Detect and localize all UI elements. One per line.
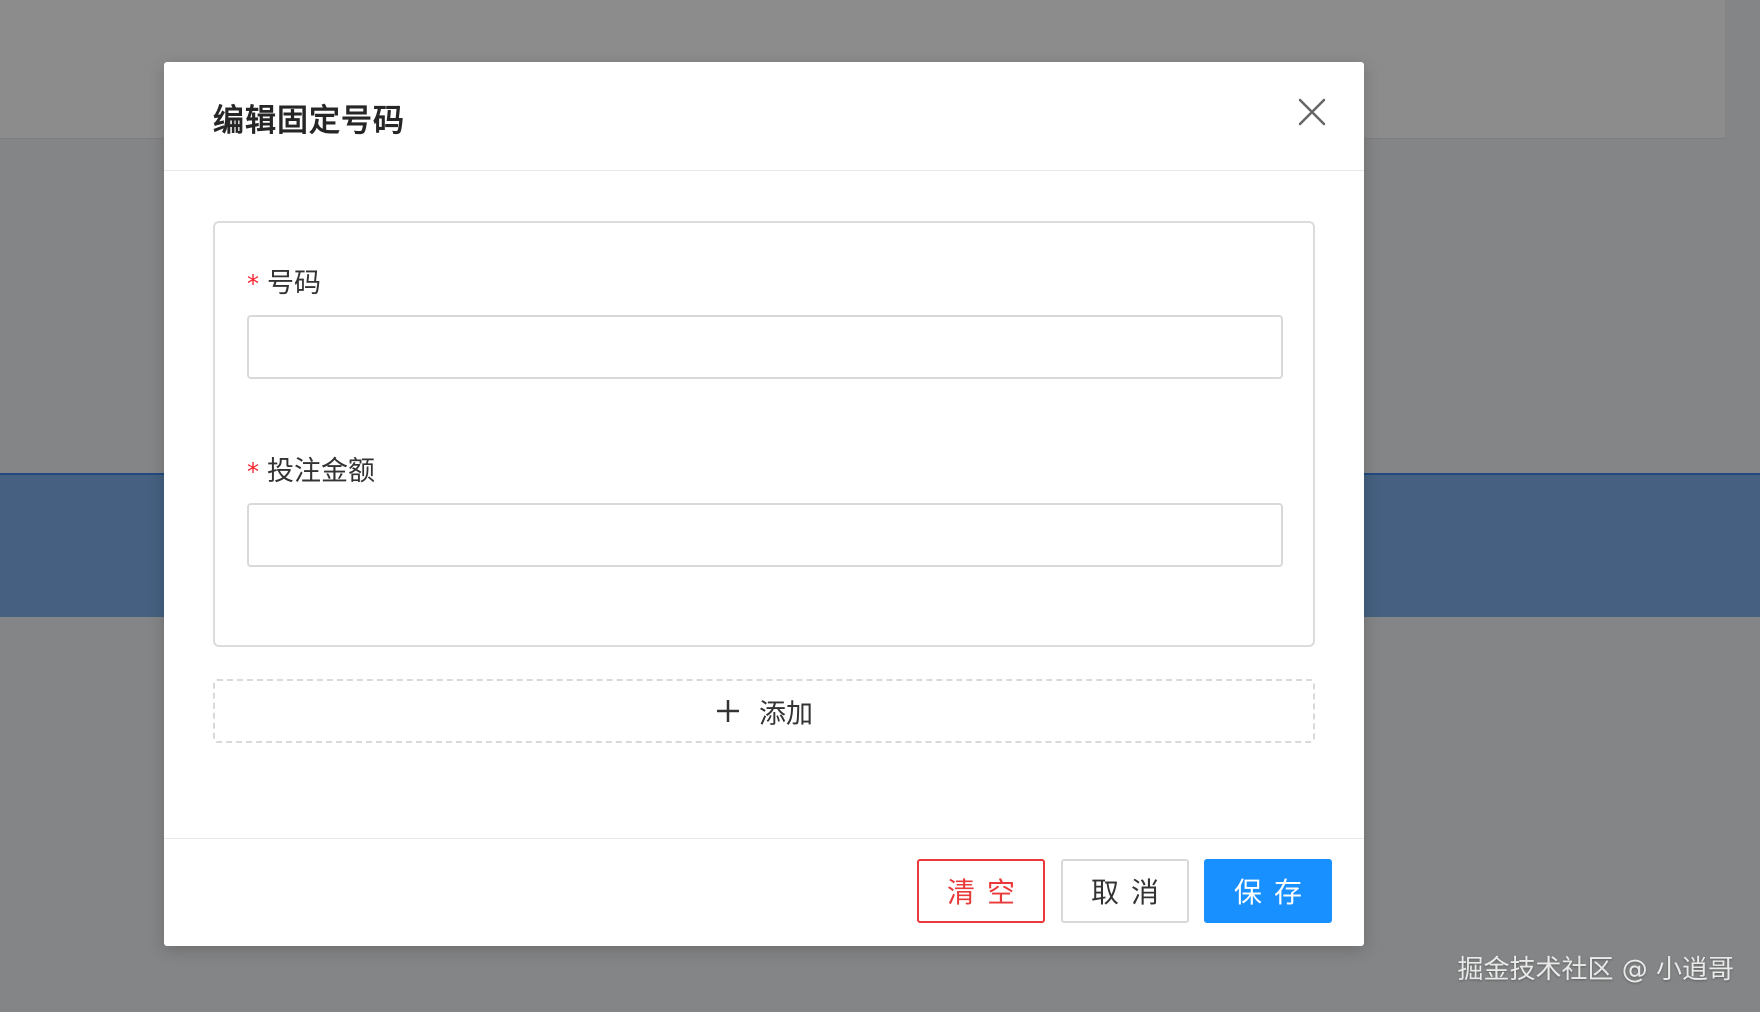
dialog-body: * 号码 * 投注金额 添加 [164, 171, 1364, 837]
watermark: 掘金技术社区 @ 小逍哥 [1457, 955, 1734, 985]
close-button[interactable] [1288, 88, 1336, 136]
add-button-label: 添加 [759, 698, 813, 730]
number-entry-card: * 号码 * 投注金额 [213, 221, 1315, 647]
number-field-label: * 号码 [247, 261, 321, 300]
clear-button[interactable]: 清空 [917, 859, 1045, 923]
bet-amount-label-text: 投注金额 [267, 456, 375, 487]
edit-fixed-number-dialog: 编辑固定号码 * 号码 * 投注金额 添加 清空 取消 保存 [164, 62, 1364, 946]
add-button[interactable]: 添加 [213, 679, 1315, 743]
save-button[interactable]: 保存 [1204, 859, 1332, 923]
required-mark: * [247, 458, 259, 486]
dialog-footer: 清空 取消 保存 [164, 838, 1364, 946]
plus-icon [715, 698, 741, 724]
number-label-text: 号码 [267, 268, 321, 299]
dialog-header: 编辑固定号码 [164, 62, 1364, 171]
dialog-title: 编辑固定号码 [213, 103, 405, 139]
required-mark: * [247, 270, 259, 298]
bet-amount-field-label: * 投注金额 [247, 449, 375, 488]
bet-amount-input[interactable] [247, 503, 1283, 567]
cancel-button[interactable]: 取消 [1061, 859, 1189, 923]
number-input[interactable] [247, 315, 1283, 379]
close-icon [1298, 98, 1326, 126]
